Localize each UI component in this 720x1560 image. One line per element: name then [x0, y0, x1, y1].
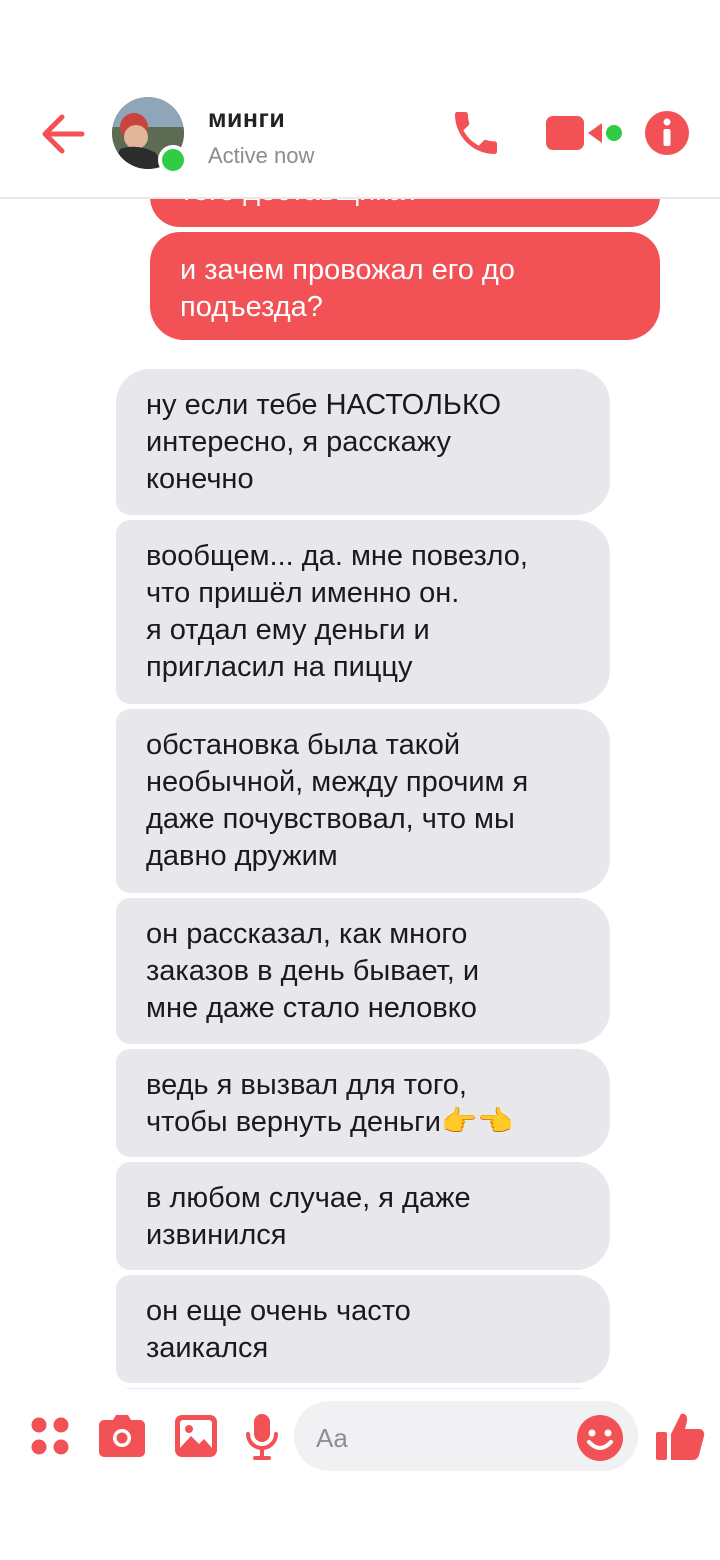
incoming-message[interactable]: ну если тебе НАСТОЛЬКО интересно, я расс…: [116, 369, 610, 515]
outgoing-message[interactable]: и зачем провожал его до подъезда?: [150, 232, 660, 340]
thumbs-up-icon[interactable]: [654, 1410, 706, 1462]
active-status: Active now: [208, 143, 315, 168]
incoming-message[interactable]: он еще очень часто заикался: [116, 1275, 610, 1383]
apps-grid-icon[interactable]: [30, 1416, 70, 1456]
incoming-message-partial[interactable]: [116, 1388, 610, 1389]
microphone-icon[interactable]: [244, 1412, 280, 1462]
incoming-message[interactable]: ведь я вызвал для того, чтобы вернуть де…: [116, 1049, 610, 1157]
incoming-message[interactable]: обстановка была такой необычной, между п…: [116, 709, 610, 893]
chat-header: минги Active now: [0, 0, 720, 199]
info-icon[interactable]: [644, 110, 690, 156]
incoming-message[interactable]: он рассказал, как много заказов в день б…: [116, 898, 610, 1044]
outgoing-message[interactable]: того доставщика?: [150, 199, 660, 227]
online-status-dot: [158, 145, 188, 175]
camera-icon[interactable]: [98, 1414, 146, 1458]
message-input-placeholder: Aa: [316, 1423, 348, 1453]
incoming-message[interactable]: в любом случае, я даже извинился: [116, 1162, 610, 1270]
contact-name[interactable]: минги: [208, 105, 285, 134]
video-camera-icon[interactable]: [544, 112, 628, 154]
image-icon[interactable]: [174, 1414, 218, 1458]
phone-icon[interactable]: [448, 105, 504, 161]
message-list[interactable]: того доставщика? и зачем провожал его до…: [0, 199, 720, 1389]
back-arrow-icon[interactable]: [36, 108, 92, 160]
incoming-message[interactable]: вообщем... да. мне повезло, что пришёл и…: [116, 520, 610, 704]
emoji-icon[interactable]: [576, 1414, 624, 1462]
